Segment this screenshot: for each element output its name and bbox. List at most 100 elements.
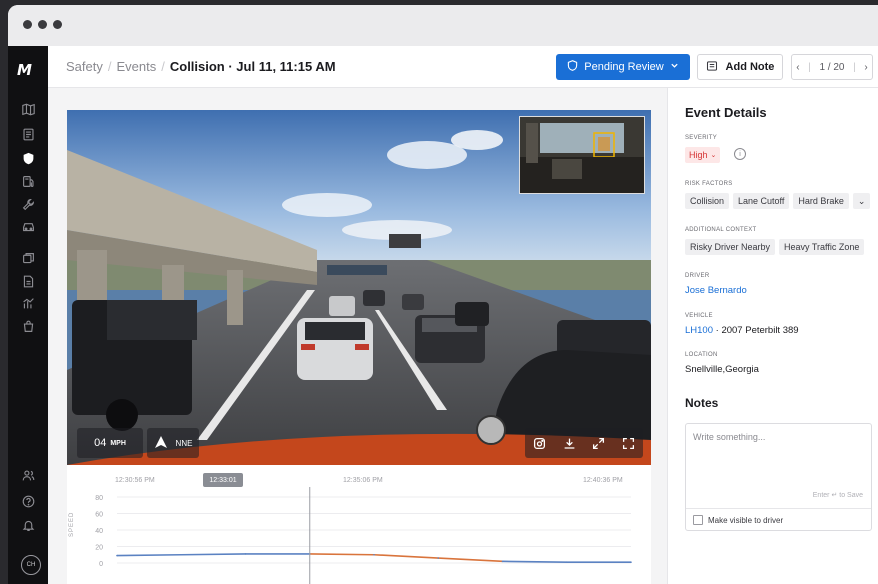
main-content: 04 MPH NNE 12:30:56 PM 12:35:06 PM 12:40…: [48, 88, 667, 584]
dashcam-video[interactable]: 04 MPH NNE: [67, 110, 651, 465]
vehicle-icon[interactable]: [20, 218, 36, 234]
breadcrumb-separator: /: [107, 59, 112, 74]
breadcrumb-events[interactable]: Events: [116, 59, 156, 74]
driver-label: DRIVER: [685, 273, 710, 279]
notes-save-hint: Enter ↵ to Save: [812, 492, 863, 499]
y-tick-label: 40: [95, 528, 103, 535]
context-chip[interactable]: Heavy Traffic Zone: [779, 239, 865, 255]
cabin-view-image: [520, 117, 644, 193]
chevron-down-icon[interactable]: ⌄: [852, 193, 871, 209]
chevron-right-icon[interactable]: ›: [864, 62, 867, 73]
compass-arrow-icon: [154, 436, 168, 450]
context-chip[interactable]: Risky Driver Nearby: [685, 239, 776, 255]
window-close-dot[interactable]: [23, 20, 32, 29]
download-icon[interactable]: [563, 437, 576, 450]
speed-value: 04: [94, 437, 107, 449]
event-timeline[interactable]: 12:30:56 PM 12:35:06 PM 12:40:36 PM 12:3…: [67, 465, 651, 584]
y-tick-label: 20: [95, 545, 103, 552]
cabin-camera-thumbnail[interactable]: [519, 116, 645, 194]
header: Safety / Events / Collision · Jul 11, 11:15 …: [48, 46, 878, 88]
window-minimize-dot[interactable]: [38, 20, 47, 29]
document-icon[interactable]: [20, 126, 36, 142]
chart-icon[interactable]: [20, 295, 36, 311]
wrench-icon[interactable]: [20, 196, 36, 212]
data-point: [437, 557, 440, 559]
status-dropdown-button[interactable]: Pending Review: [556, 54, 690, 80]
users-icon[interactable]: [20, 467, 36, 483]
risk-chip[interactable]: Hard Brake: [793, 193, 849, 209]
pager-divider: |: [853, 61, 856, 73]
speed-line-segment: [373, 553, 439, 559]
pager-divider: |: [808, 61, 811, 73]
heading-value: NNE: [175, 438, 193, 448]
speed-chart: 80 60 40 20 0: [95, 487, 632, 584]
add-note-label: Add Note: [725, 61, 775, 73]
severity-dropdown[interactable]: High ⌄: [685, 147, 721, 163]
event-details-panel: Event Details SEVERITY High ⌄ i RISK FAC…: [667, 88, 878, 584]
help-icon[interactable]: [20, 493, 36, 509]
layers-icon[interactable]: [20, 250, 36, 266]
speed-unit: MPH: [110, 439, 126, 447]
file-icon[interactable]: [20, 273, 36, 289]
video-controls: [525, 428, 643, 458]
shield-icon[interactable]: [20, 150, 36, 166]
fullscreen-icon[interactable]: [622, 437, 635, 450]
heading-readout: NNE: [147, 428, 199, 458]
notes-divider: [686, 508, 871, 509]
notes-input[interactable]: Write something... Enter ↵ to Save Make …: [685, 423, 872, 531]
y-tick-label: 0: [99, 561, 103, 568]
sidebar: M CH: [8, 46, 48, 584]
shield-outline-icon: [567, 60, 578, 74]
driver-link[interactable]: Jose Bernardo: [685, 285, 747, 296]
collapse-icon[interactable]: [592, 437, 605, 450]
app-window: M CH Safety / Events / Collision · Jul 11, 1…: [8, 5, 878, 584]
map-icon[interactable]: [20, 101, 36, 117]
risk-chip[interactable]: Lane Cutoff: [733, 193, 790, 209]
page-title: Collision · Jul 11, 11:15 AM: [169, 59, 336, 74]
vehicle-link[interactable]: LH100: [685, 325, 713, 336]
window-maximize-dot[interactable]: [53, 20, 62, 29]
location-value: Snellville,Georgia: [685, 364, 759, 375]
data-point: [180, 553, 183, 556]
data-point: [116, 554, 118, 557]
add-note-button[interactable]: Add Note: [697, 54, 783, 80]
visible-to-driver-checkbox[interactable]: [693, 515, 703, 525]
data-point: [630, 561, 632, 563]
snapshot-icon[interactable]: [533, 437, 546, 450]
risk-factors-list: Collision Lane Cutoff Hard Brake ⌄: [685, 193, 871, 209]
risk-chip[interactable]: Collision: [685, 193, 730, 209]
chevron-down-icon: ⌄: [710, 152, 717, 159]
location-label: LOCATION: [685, 352, 718, 358]
notes-placeholder: Write something...: [693, 432, 766, 442]
breadcrumb: Safety / Events / Collision · Jul 11, 11:15 …: [66, 59, 336, 74]
notes-title: Notes: [685, 396, 719, 410]
vehicle-label: VEHICLE: [685, 313, 713, 319]
speed-line-segment: [309, 553, 375, 556]
speed-readout: 04 MPH: [77, 428, 143, 458]
event-pager: ‹ | 1 / 20 | ›: [791, 54, 873, 80]
bell-icon[interactable]: [20, 517, 36, 533]
data-point: [244, 553, 247, 555]
logo[interactable]: M: [17, 61, 32, 79]
speed-line-segment: [502, 560, 567, 563]
visible-to-driver-label: Make visible to driver: [708, 515, 784, 525]
info-icon[interactable]: i: [734, 148, 746, 160]
y-tick-label: 80: [95, 495, 103, 502]
bag-icon[interactable]: [20, 318, 36, 334]
note-icon: [706, 60, 718, 75]
data-point: [565, 561, 568, 563]
avatar[interactable]: CH: [21, 555, 41, 575]
chevron-left-icon[interactable]: ‹: [796, 62, 799, 73]
speed-line-segment: [438, 557, 503, 563]
details-title: Event Details: [685, 105, 767, 120]
speed-line-segment: [116, 553, 182, 557]
pager-status: 1 / 20: [819, 61, 845, 73]
chevron-down-icon: [670, 61, 679, 73]
severity-label: SEVERITY: [685, 135, 718, 141]
context-list: Risky Driver Nearby Heavy Traffic Zone: [685, 239, 865, 255]
data-point: [373, 553, 375, 556]
breadcrumb-safety[interactable]: Safety: [66, 59, 103, 74]
fuel-icon[interactable]: [20, 173, 36, 189]
pager-current: 1: [819, 61, 826, 73]
visible-to-driver-row[interactable]: Make visible to driver: [693, 515, 783, 525]
